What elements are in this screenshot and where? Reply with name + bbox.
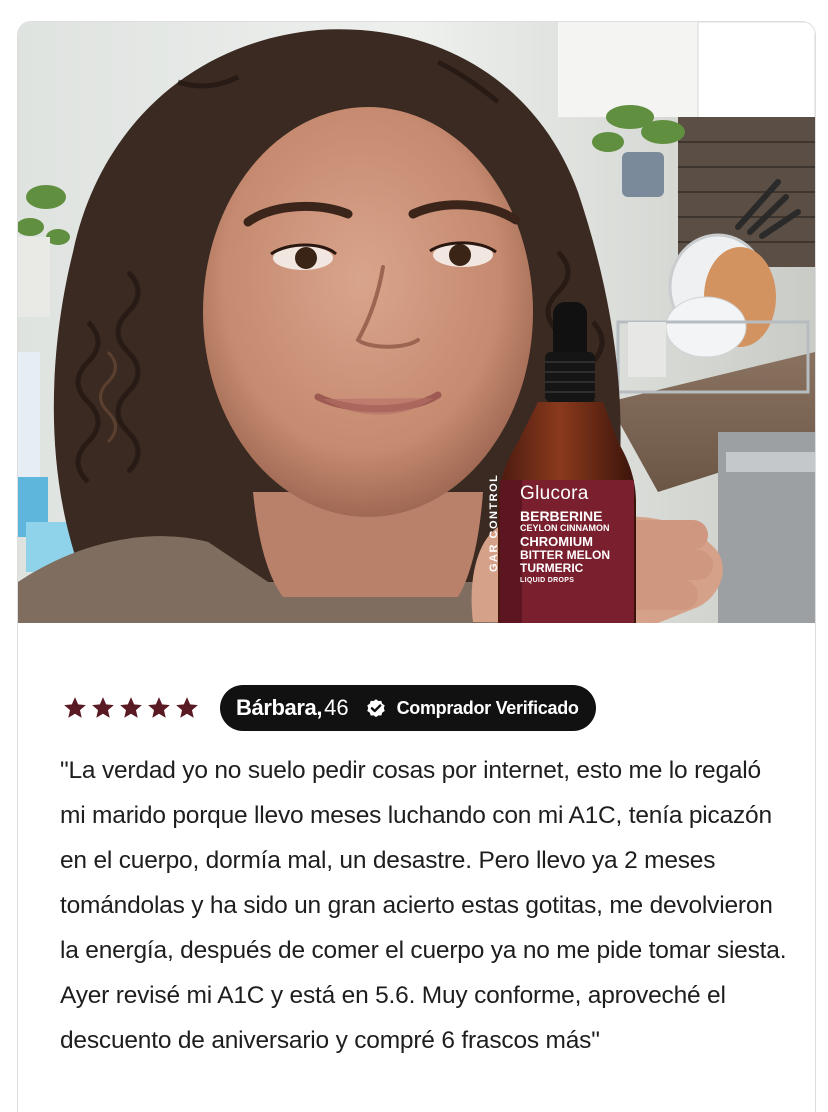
star-icon (64, 697, 86, 718)
reviewer-age: 46 (324, 695, 349, 720)
bottle-ingredient: CEYLON CINNAMON (520, 523, 610, 533)
star-icon (148, 697, 170, 718)
star-rating (62, 695, 200, 721)
bottle-ingredient: TURMERIC (520, 561, 584, 575)
bottle-label: Glucora BERBERINE CEYLON CINNAMON CHROMI… (520, 484, 632, 584)
review-text: "La verdad yo no suelo pedir cosas por i… (60, 757, 787, 1054)
reviewer-badge: Bárbara, 46 Comprador Verificado (220, 685, 596, 731)
reviewer-name: Bárbara, (236, 695, 323, 720)
bottle-ingredient: BERBERINE (520, 508, 603, 524)
review-meta: Bárbara, 46 Comprador Verificado (62, 685, 596, 731)
bottle-form: LIQUID DROPS (520, 577, 575, 584)
star-icon (176, 697, 198, 718)
star-icon (120, 697, 142, 718)
star-icon (92, 697, 114, 718)
bottle-side-text: GAR CONTROL (488, 473, 500, 572)
review-card: Glucora BERBERINE CEYLON CINNAMON CHROMI… (17, 21, 816, 1112)
bottle-ingredient: BITTER MELON (520, 548, 610, 562)
verified-buyer-label: Comprador Verificado (396, 697, 579, 718)
customer-photo: Glucora BERBERINE CEYLON CINNAMON CHROMI… (18, 22, 815, 623)
bottle-brand: Glucora (520, 483, 589, 504)
verified-check-icon (365, 697, 387, 719)
bottle-ingredient: CHROMIUM (520, 534, 593, 549)
